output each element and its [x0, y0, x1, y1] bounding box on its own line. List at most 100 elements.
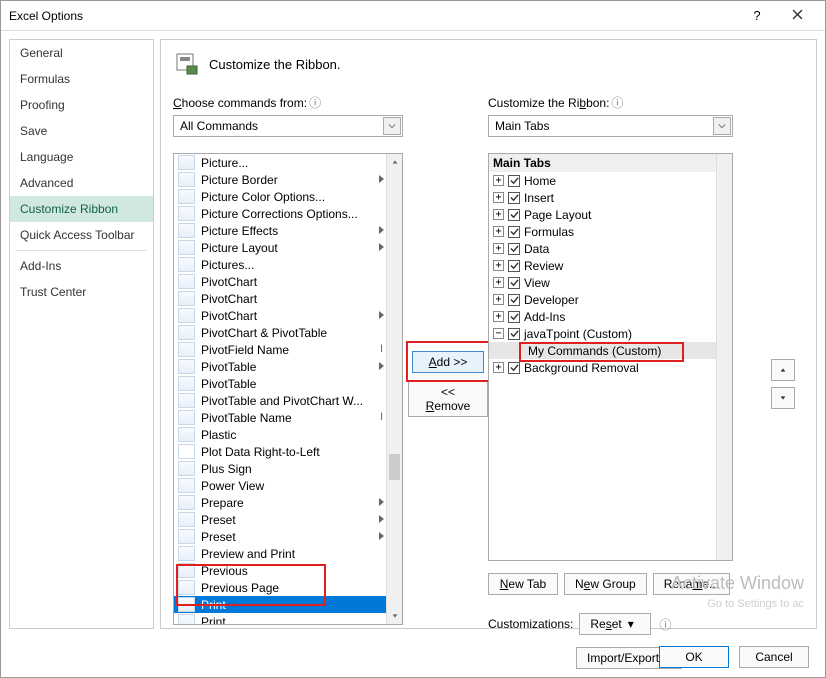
expand-icon[interactable]: +: [493, 243, 504, 254]
list-item[interactable]: PivotChart: [174, 307, 386, 324]
checkbox[interactable]: [508, 311, 520, 323]
list-item[interactable]: PivotChart & PivotTable: [174, 324, 386, 341]
checkbox[interactable]: [508, 175, 520, 187]
expand-icon[interactable]: −: [493, 328, 504, 339]
ribbon-tree[interactable]: Main Tabs +Home+Insert+Page Layout+Formu…: [488, 153, 733, 561]
tree-node[interactable]: +Add-Ins: [489, 308, 732, 325]
list-item[interactable]: Picture Effects: [174, 222, 386, 239]
tree-node[interactable]: +Data: [489, 240, 732, 257]
sidebar-item-formulas[interactable]: Formulas: [10, 66, 153, 92]
list-item[interactable]: Plastic: [174, 426, 386, 443]
new-group-button[interactable]: New Group: [564, 573, 647, 595]
list-item[interactable]: PivotTable: [174, 358, 386, 375]
tree-node[interactable]: My Commands (Custom): [489, 342, 732, 359]
checkbox[interactable]: [508, 294, 520, 306]
sidebar-item-language[interactable]: Language: [10, 144, 153, 170]
choose-commands-combo[interactable]: All Commands: [173, 115, 403, 137]
list-item[interactable]: Preview and Print: [174, 545, 386, 562]
scroll-thumb[interactable]: [389, 454, 400, 480]
scrollbar-vertical[interactable]: [386, 154, 402, 624]
list-item[interactable]: Plot Data Right-to-Left: [174, 443, 386, 460]
list-item[interactable]: Picture Layout: [174, 239, 386, 256]
sidebar-item-general[interactable]: General: [10, 40, 153, 66]
sidebar-item-advanced[interactable]: Advanced: [10, 170, 153, 196]
add-button[interactable]: Add >>: [412, 351, 484, 373]
list-item[interactable]: PivotField NameI: [174, 341, 386, 358]
list-item[interactable]: Print: [174, 596, 386, 613]
close-button[interactable]: [777, 8, 817, 23]
list-item[interactable]: PivotChart: [174, 273, 386, 290]
list-item[interactable]: PivotTable: [174, 375, 386, 392]
list-item[interactable]: Picture Color Options...: [174, 188, 386, 205]
checkbox[interactable]: [508, 328, 520, 340]
cancel-button[interactable]: Cancel: [739, 646, 809, 668]
info-icon[interactable]: ⓘ: [611, 96, 623, 110]
info-icon[interactable]: ⓘ: [659, 616, 671, 633]
scroll-up-button[interactable]: [387, 154, 402, 170]
list-item-label: Preset: [201, 530, 236, 544]
sidebar-item-proofing[interactable]: Proofing: [10, 92, 153, 118]
help-button[interactable]: ?: [737, 8, 777, 23]
move-down-button[interactable]: [771, 387, 795, 409]
list-item[interactable]: Pictures...: [174, 256, 386, 273]
reset-button[interactable]: Reset▾: [579, 613, 651, 635]
tree-node[interactable]: +Home: [489, 172, 732, 189]
list-item[interactable]: Picture...: [174, 154, 386, 171]
sidebar-item-trust-center[interactable]: Trust Center: [10, 279, 153, 305]
checkbox[interactable]: [508, 243, 520, 255]
list-item[interactable]: Previous: [174, 562, 386, 579]
tree-node[interactable]: +View: [489, 274, 732, 291]
expand-icon[interactable]: +: [493, 175, 504, 186]
list-item[interactable]: Picture Border: [174, 171, 386, 188]
expand-icon[interactable]: +: [493, 192, 504, 203]
expand-icon[interactable]: +: [493, 311, 504, 322]
tree-node[interactable]: +Review: [489, 257, 732, 274]
tree-node[interactable]: +Background Removal: [489, 359, 732, 376]
list-item[interactable]: Power View: [174, 477, 386, 494]
expand-icon[interactable]: +: [493, 362, 504, 373]
scrollbar-vertical[interactable]: [716, 154, 732, 560]
expand-icon[interactable]: +: [493, 226, 504, 237]
new-tab-button[interactable]: New Tab: [488, 573, 558, 595]
ribbon-scope-combo[interactable]: Main Tabs: [488, 115, 733, 137]
info-icon[interactable]: ⓘ: [309, 96, 321, 110]
list-item[interactable]: PivotTable and PivotChart W...: [174, 392, 386, 409]
tree-node[interactable]: +Formulas: [489, 223, 732, 240]
list-item[interactable]: Plus Sign: [174, 460, 386, 477]
checkbox[interactable]: [508, 362, 520, 374]
checkbox[interactable]: [508, 192, 520, 204]
tree-node[interactable]: +Insert: [489, 189, 732, 206]
list-item[interactable]: Print: [174, 613, 386, 625]
remove-button[interactable]: << Remove: [408, 381, 488, 417]
scroll-down-button[interactable]: [387, 608, 402, 624]
list-item-label: PivotTable: [201, 377, 256, 391]
checkbox[interactable]: [508, 260, 520, 272]
checkbox[interactable]: [508, 277, 520, 289]
tree-node[interactable]: +Page Layout: [489, 206, 732, 223]
sidebar-item-addins[interactable]: Add-Ins: [10, 253, 153, 279]
sidebar-item-qat[interactable]: Quick Access Toolbar: [10, 222, 153, 248]
list-item[interactable]: Picture Corrections Options...: [174, 205, 386, 222]
ok-button[interactable]: OK: [659, 646, 729, 668]
tree-node[interactable]: −javaTpoint (Custom): [489, 325, 732, 342]
expand-icon[interactable]: +: [493, 277, 504, 288]
checkbox[interactable]: [508, 209, 520, 221]
list-item[interactable]: PivotTable NameI: [174, 409, 386, 426]
expand-icon[interactable]: +: [493, 209, 504, 220]
list-item[interactable]: Previous Page: [174, 579, 386, 596]
chevron-down-icon: [383, 117, 401, 135]
list-item[interactable]: PivotChart: [174, 290, 386, 307]
list-item[interactable]: Preset: [174, 511, 386, 528]
checkbox[interactable]: [508, 226, 520, 238]
pane-header: Customize the Ribbon.: [173, 50, 804, 78]
list-item[interactable]: Prepare: [174, 494, 386, 511]
commands-listbox[interactable]: Picture...Picture BorderPicture Color Op…: [173, 153, 403, 625]
sidebar-item-save[interactable]: Save: [10, 118, 153, 144]
sidebar-item-customize-ribbon[interactable]: Customize Ribbon: [10, 196, 153, 222]
customizations-row: Customizations: Reset▾ ⓘ: [488, 609, 768, 639]
move-up-button[interactable]: [771, 359, 795, 381]
tree-node[interactable]: +Developer: [489, 291, 732, 308]
expand-icon[interactable]: +: [493, 294, 504, 305]
expand-icon[interactable]: +: [493, 260, 504, 271]
list-item[interactable]: Preset: [174, 528, 386, 545]
